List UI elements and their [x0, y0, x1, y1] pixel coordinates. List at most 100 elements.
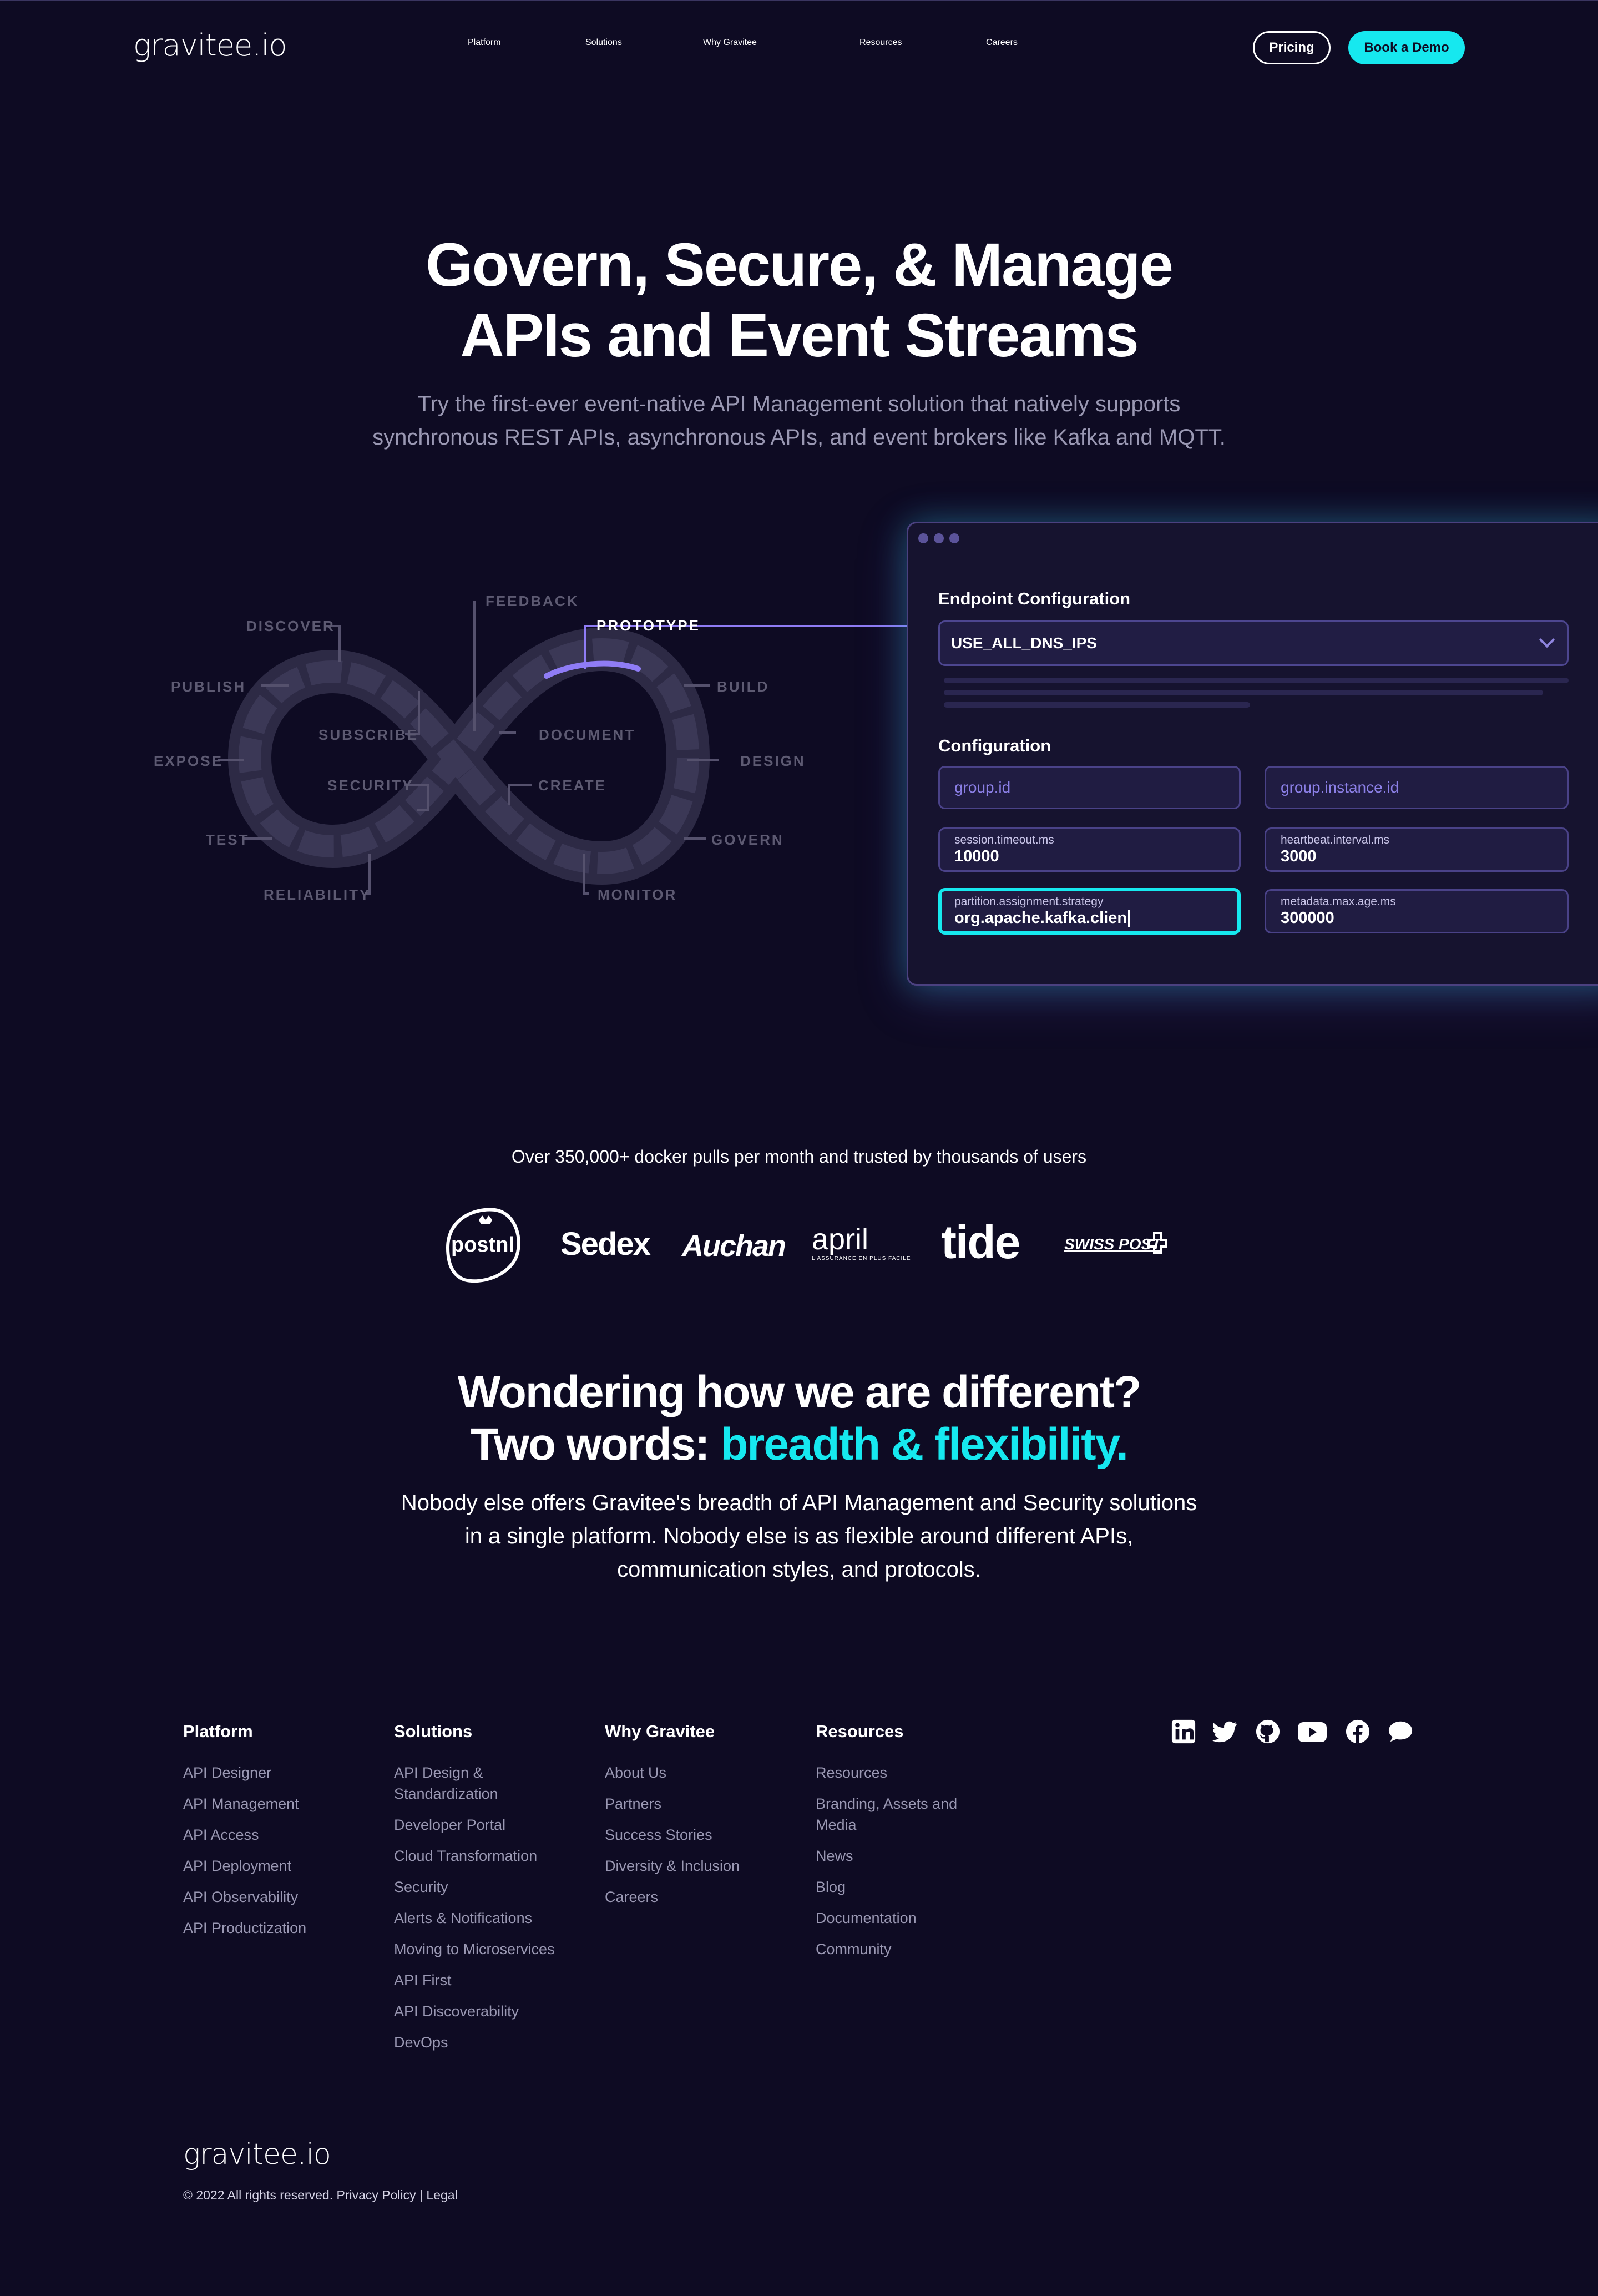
different-title-prefix: Two words:: [471, 1419, 721, 1470]
dns-lookup-select[interactable]: USE_ALL_DNS_IPS: [938, 620, 1569, 666]
hero-subtitle-line2: synchronous REST APIs, asynchronous APIs…: [372, 425, 1226, 450]
footer-link[interactable]: Careers: [605, 1886, 658, 1908]
footer-link[interactable]: Moving to Microservices: [394, 1939, 555, 1960]
group-instance-id-field[interactable]: group.instance.id: [1265, 766, 1569, 809]
label-expose: EXPOSE: [154, 753, 223, 769]
footer-link[interactable]: Diversity & Inclusion: [605, 1855, 740, 1876]
footer-link[interactable]: API Discoverability: [394, 2001, 519, 2022]
footer-logo-text: gravitee: [183, 2138, 298, 2171]
skeleton-line-3: [944, 702, 1250, 708]
nav-why-gravitee[interactable]: Why Gravitee: [703, 38, 757, 48]
footer-link[interactable]: API First: [394, 1970, 452, 1991]
twitter-icon[interactable]: [1212, 1719, 1238, 1744]
hero-title-line1: Govern, Secure, & Manage: [426, 231, 1174, 299]
github-icon[interactable]: [1255, 1719, 1281, 1744]
footer-link[interactable]: DevOps: [394, 2032, 448, 2053]
label-feedback: FEEDBACK: [486, 593, 579, 609]
endpoint-config-window: Endpoint Configuration USE_ALL_DNS_IPS C…: [907, 522, 1598, 986]
nav-resources[interactable]: Resources: [859, 38, 902, 48]
footer-logo-suffix: .io: [297, 2138, 331, 2171]
hero-subtitle-line1: Try the first-ever event-native API Mana…: [417, 392, 1181, 416]
label-discover: DISCOVER: [246, 618, 335, 634]
different-body-line3: communication styles, and protocols.: [617, 1557, 981, 1582]
metadata-max-age-label: metadata.max.age.ms: [1281, 895, 1396, 908]
endpoint-config-heading: Endpoint Configuration: [938, 589, 1131, 608]
label-monitor: MONITOR: [598, 886, 677, 903]
footer-link[interactable]: Developer Portal: [394, 1814, 505, 1835]
youtube-icon[interactable]: [1297, 1721, 1327, 1743]
pricing-button[interactable]: Pricing: [1253, 31, 1331, 64]
configuration-heading: Configuration: [938, 736, 1051, 755]
facebook-icon[interactable]: [1345, 1719, 1371, 1744]
copyright-text: © 2022 All rights reserved. Privacy Poli…: [183, 2188, 458, 2202]
heartbeat-interval-field[interactable]: heartbeat.interval.ms 3000: [1265, 827, 1569, 872]
april-tagline: L'ASSURANCE EN PLUS FACILE: [812, 1255, 911, 1261]
book-demo-button[interactable]: Book a Demo: [1348, 31, 1465, 64]
footer-link[interactable]: API Access: [183, 1824, 259, 1845]
footer-link[interactable]: Cloud Transformation: [394, 1845, 537, 1866]
footer-logo[interactable]: gravitee.io: [183, 2138, 331, 2171]
skeleton-line-2: [944, 690, 1543, 695]
swisspost-text: SWISS POST: [1064, 1235, 1161, 1253]
trusted-text: Over 350,000+ docker pulls per month and…: [511, 1147, 1087, 1167]
session-timeout-label: session.timeout.ms: [954, 834, 1054, 846]
footer-link[interactable]: API Design & Standardization: [394, 1762, 527, 1804]
swisspost-logo: SWISS POST: [1064, 1231, 1170, 1259]
auchan-logo: Auchan: [682, 1229, 786, 1263]
sedex-logo: Sedex: [560, 1226, 651, 1262]
footer-link[interactable]: Alerts & Notifications: [394, 1908, 532, 1929]
chevron-down-icon: [1539, 632, 1555, 648]
session-timeout-value: 10000: [954, 847, 999, 865]
heartbeat-interval-label: heartbeat.interval.ms: [1281, 834, 1390, 846]
footer-link[interactable]: API Observability: [183, 1886, 298, 1908]
metadata-max-age-field[interactable]: metadata.max.age.ms 300000: [1265, 889, 1569, 933]
metadata-max-age-value: 300000: [1281, 909, 1334, 927]
footer-heading-platform: Platform: [183, 1722, 253, 1741]
top-border: [0, 0, 1598, 1]
footer-link[interactable]: Documentation: [816, 1908, 917, 1929]
header-logo[interactable]: gravitee.io: [133, 28, 287, 63]
footer-link[interactable]: Partners: [605, 1793, 661, 1814]
footer-link[interactable]: API Deployment: [183, 1855, 291, 1876]
partition-strategy-field[interactable]: partition.assignment.strategy org.apache…: [938, 888, 1241, 935]
different-title-line1: Wondering how we are different?: [457, 1367, 1141, 1417]
different-title-line2: Two words: breadth & flexibility.: [0, 1419, 1598, 1471]
nav-solutions[interactable]: Solutions: [585, 38, 622, 48]
chat-icon[interactable]: [1388, 1719, 1413, 1744]
lifecycle-infinity-diagram: [218, 601, 907, 895]
footer-heading-why-gravitee: Why Gravitee: [605, 1722, 715, 1741]
hero-title-line2: APIs and Event Streams: [460, 301, 1139, 370]
footer-link[interactable]: Community: [816, 1939, 892, 1960]
partition-strategy-label: partition.assignment.strategy: [954, 895, 1104, 908]
different-body-line1: Nobody else offers Gravitee's breadth of…: [401, 1491, 1197, 1515]
label-prototype: PROTOTYPE: [596, 617, 700, 634]
footer-link[interactable]: API Productization: [183, 1917, 306, 1939]
footer-link[interactable]: API Designer: [183, 1762, 271, 1783]
group-instance-id-placeholder: group.instance.id: [1281, 779, 1399, 796]
nav-platform[interactable]: Platform: [468, 38, 501, 48]
label-publish: PUBLISH: [171, 678, 246, 695]
group-id-field[interactable]: group.id: [938, 766, 1241, 809]
footer-link[interactable]: Resources: [816, 1762, 887, 1783]
different-body-line2: in a single platform. Nobody else is as …: [464, 1524, 1134, 1548]
label-subscribe: SUBSCRIBE: [318, 726, 419, 743]
footer-link[interactable]: News: [816, 1845, 853, 1866]
session-timeout-field[interactable]: session.timeout.ms 10000: [938, 827, 1241, 872]
nav-careers[interactable]: Careers: [986, 38, 1018, 48]
footer-link[interactable]: Blog: [816, 1876, 846, 1898]
swiss-cross-icon: [1147, 1232, 1167, 1254]
label-design: DESIGN: [740, 753, 806, 769]
different-title-highlight: breadth & flexibility.: [720, 1419, 1129, 1470]
footer-link[interactable]: Branding, Assets and Media: [816, 1793, 977, 1835]
label-build: BUILD: [717, 678, 770, 695]
footer-link[interactable]: Success Stories: [605, 1824, 712, 1845]
linkedin-icon[interactable]: [1171, 1719, 1196, 1744]
april-text: april: [812, 1223, 869, 1256]
label-create: CREATE: [538, 777, 606, 794]
label-security: SECURITY: [327, 777, 414, 794]
label-reliability: RELIABILITY: [264, 886, 371, 903]
footer-link[interactable]: About Us: [605, 1762, 666, 1783]
footer-heading-solutions: Solutions: [394, 1722, 473, 1741]
footer-link[interactable]: Security: [394, 1876, 448, 1898]
footer-link[interactable]: API Management: [183, 1793, 299, 1814]
